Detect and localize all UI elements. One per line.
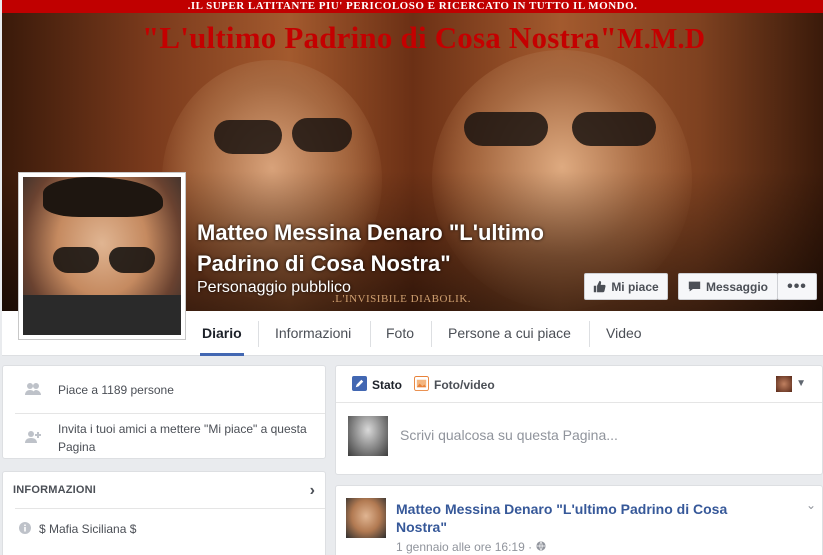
thumbs-up-icon	[593, 280, 606, 293]
status-tab-label: Stato	[372, 378, 402, 392]
pencil-icon	[352, 376, 367, 394]
message-button[interactable]: Messaggio	[678, 273, 778, 300]
photo-video-tab[interactable]: Foto/video	[414, 376, 495, 394]
info-card: INFORMAZIONI › $ Mafia Siciliana $	[2, 471, 326, 555]
tab-diario[interactable]: Diario	[200, 311, 244, 356]
info-item[interactable]: $ Mafia Siciliana $	[3, 508, 325, 546]
people-icon	[25, 382, 41, 399]
invite-friends-text: Invita i tuoi amici a mettere "Mi piace"…	[58, 422, 307, 454]
post-author-name[interactable]: Matteo Messina Denaro "L'ultimo Padrino …	[396, 500, 756, 536]
profile-picture[interactable]	[18, 172, 186, 340]
cover-tagline: .L'INVISIBILE DIABOLIK.	[332, 293, 472, 305]
composer-input[interactable]: Scrivi qualcosa su questa Pagina...	[400, 427, 618, 443]
likes-count: Piace a 1189 persone	[58, 383, 174, 397]
info-header: INFORMAZIONI	[13, 484, 97, 496]
likes-row[interactable]: Piace a 1189 persone	[3, 366, 325, 413]
page-category[interactable]: Personaggio pubblico	[197, 279, 351, 297]
page-title[interactable]: Matteo Messina Denaro "L'ultimo Padrino …	[197, 217, 597, 279]
status-tab[interactable]: Stato	[352, 376, 402, 394]
tab-video[interactable]: Video	[606, 311, 642, 356]
message-button-label: Messaggio	[705, 279, 768, 294]
likes-card: Piace a 1189 persone Invita i tuoi amici…	[2, 365, 326, 459]
profile-photo	[23, 177, 181, 335]
post-timestamp[interactable]: 1 gennaio alle ore 16:19 ·	[396, 540, 532, 554]
post-composer: Stato Foto/video ▼ Scrivi qualcosa su qu…	[335, 365, 823, 475]
message-icon	[688, 280, 701, 293]
more-options-button[interactable]: •••	[777, 273, 817, 300]
like-button-label: Mi piace	[611, 279, 659, 294]
post-meta: 1 gennaio alle ore 16:19 ·	[396, 540, 546, 554]
add-friend-icon	[25, 430, 41, 447]
post-author-avatar[interactable]	[346, 498, 386, 538]
cover-title-art: "L'ultimo Padrino di Cosa Nostra"M.M.D	[142, 20, 705, 56]
invite-row[interactable]: Invita i tuoi amici a mettere "Mi piace"…	[3, 413, 325, 459]
chevron-right-icon[interactable]: ›	[310, 482, 315, 500]
caret-down-icon[interactable]: ▼	[796, 378, 806, 389]
facebook-page: .IL SUPER LATITANTE PIU' PERICOLOSO E RI…	[0, 0, 823, 555]
tab-persone-a-cui-piace[interactable]: Persone a cui piace	[448, 311, 571, 356]
like-page-button[interactable]: Mi piace	[584, 273, 668, 300]
timeline-post: Matteo Messina Denaro "L'ultimo Padrino …	[335, 485, 823, 555]
cover-title-suffix: M.M.D	[617, 24, 706, 55]
posting-as-avatar[interactable]	[776, 376, 792, 392]
composer-avatar	[348, 416, 388, 456]
info-item-text: $ Mafia Siciliana $	[39, 522, 137, 536]
tab-informazioni[interactable]: Informazioni	[275, 311, 351, 356]
info-circle-icon	[19, 522, 31, 537]
globe-icon	[536, 540, 546, 554]
cover-banner-text: .IL SUPER LATITANTE PIU' PERICOLOSO E RI…	[2, 0, 823, 13]
cover-title-text: "L'ultimo Padrino di Cosa Nostra"	[142, 20, 618, 55]
post-options-chevron-icon[interactable]: ⌄	[806, 498, 816, 512]
more-icon: •••	[787, 277, 807, 295]
photo-video-tab-label: Foto/video	[434, 378, 495, 392]
tab-foto[interactable]: Foto	[386, 311, 414, 356]
photo-icon	[414, 376, 429, 394]
